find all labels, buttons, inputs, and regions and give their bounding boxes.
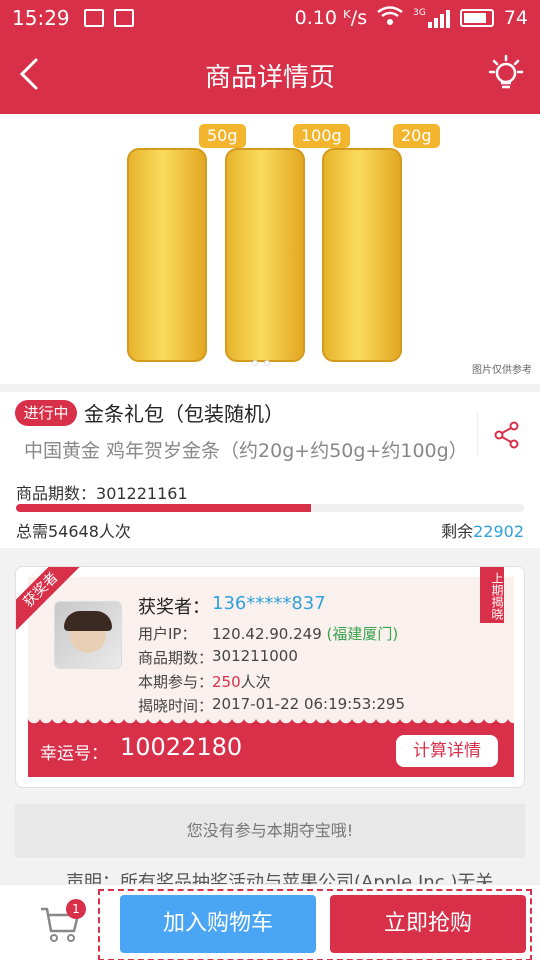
winner-card: 获奖者： 136*****837 用户IP： 120.42.90.249 (福建… [15, 566, 525, 788]
buy-now-button[interactable]: 立即抢购 [330, 895, 526, 953]
add-to-cart-button[interactable]: 加入购物车 [120, 895, 316, 953]
join-label: 本期参与： [138, 673, 214, 691]
last-period-badge: 上期揭晓 [480, 567, 504, 623]
product-info: 进行中 金条礼包（包装随机） 中国黄金 鸡年贺岁金条（约20g+约50g+约10… [0, 392, 540, 548]
divider [477, 412, 478, 456]
network-type: 3G [413, 8, 426, 18]
winner-id[interactable]: 136*****837 [212, 593, 326, 614]
calc-details-button[interactable]: 计算详情 [396, 735, 498, 767]
gold-bar-image-100g [225, 148, 305, 362]
product-subtitle: 中国黄金 鸡年贺岁金条（约20g+约50g+约100g） [24, 440, 468, 462]
status-bar: 15:29 0.10 ᴷ/s 3G 74 [0, 0, 540, 36]
winner-period-value: 301211000 [212, 647, 298, 665]
join-value: 250 [212, 673, 241, 691]
join-row: 250人次 [212, 671, 271, 692]
remaining-label: 剩余 [441, 522, 474, 541]
progress-bar [16, 504, 524, 512]
winner-period-label: 商品期数： [138, 649, 214, 667]
wifi-icon [377, 5, 403, 31]
not-joined-notice: 您没有参与本期夺宝哦! [15, 804, 525, 858]
remaining-value: 22902 [473, 522, 524, 541]
document-notification-icon [113, 9, 134, 27]
period-value: 301221161 [96, 484, 188, 503]
weight-tag: 100g [293, 124, 350, 148]
ip-location: (福建厦门) [326, 625, 399, 643]
cart-count-badge: 1 [66, 899, 86, 919]
progress-fill [16, 504, 311, 512]
lucky-number: 10022180 [120, 733, 243, 761]
carousel-indicator [252, 360, 270, 366]
battery-icon [459, 9, 494, 27]
period-label: 商品期数： [16, 484, 97, 503]
ip-value: 120.42.90.249 [212, 625, 322, 643]
winner-label: 获奖者： [138, 597, 210, 618]
share-icon[interactable] [492, 420, 522, 450]
image-notification-icon [83, 9, 104, 27]
nav-bar: 商品详情页 [0, 36, 540, 114]
bottom-action-bar: 1 加入购物车 立即抢购 [0, 884, 540, 960]
ip-row: 120.42.90.249 (福建厦门) [212, 623, 398, 644]
gold-bar-image-20g [322, 148, 402, 362]
join-unit: 人次 [240, 673, 271, 691]
remaining-row: 剩余22902 [441, 518, 524, 542]
image-disclaimer: 图片仅供参考 [472, 365, 532, 376]
lucky-number-bar: 幸运号： 10022180 计算详情 [28, 717, 514, 777]
page-title: 商品详情页 [204, 62, 335, 93]
net-speed: 0.10 ᴷ/s [294, 7, 368, 29]
weight-tag: 20g [393, 124, 440, 148]
back-icon[interactable] [10, 52, 54, 96]
lightbulb-icon[interactable] [484, 52, 528, 96]
weight-tag: 50g [199, 124, 246, 148]
signal-icon: 3G [413, 8, 450, 28]
product-title: 金条礼包（包装随机） [84, 402, 284, 426]
status-time: 15:29 [12, 6, 70, 30]
ip-label: 用户IP： [138, 625, 197, 643]
status-badge: 进行中 [15, 400, 77, 426]
period-row: 商品期数：301221161 [16, 480, 188, 504]
avatar [54, 601, 122, 669]
reveal-time-value: 2017-01-22 06:19:53:295 [212, 695, 405, 713]
reveal-time-label: 揭晓时间： [138, 697, 214, 715]
winner-details: 获奖者： 136*****837 用户IP： 120.42.90.249 (福建… [28, 577, 514, 725]
total-needed: 总需54648人次 [16, 522, 131, 541]
gold-bar-image-50g [127, 148, 207, 362]
product-image-carousel[interactable]: 50g 100g 20g 图片仅供参考 [0, 114, 540, 384]
lucky-label: 幸运号： [40, 744, 108, 764]
battery-level: 74 [503, 7, 528, 29]
